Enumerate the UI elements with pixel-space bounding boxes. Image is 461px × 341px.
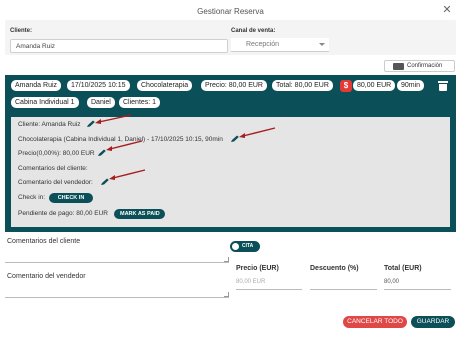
comentarios-cliente-label: Comentarios del cliente bbox=[7, 238, 81, 245]
cita-toggle[interactable]: CITA bbox=[230, 241, 260, 252]
cliente-label: Cliente: bbox=[10, 28, 33, 34]
dollar-icon[interactable]: $ bbox=[340, 80, 352, 92]
save-button[interactable]: GUARDAR bbox=[411, 316, 455, 328]
arrow-precio-icon bbox=[106, 140, 143, 151]
chip-staff: Daniel bbox=[87, 97, 115, 108]
cliente-input[interactable]: Amanda Ruiz bbox=[10, 39, 228, 53]
total-underline bbox=[384, 289, 451, 290]
chip-service: Chocolaterapia bbox=[137, 80, 193, 91]
comentarios-cliente-textarea[interactable] bbox=[5, 245, 229, 263]
cita-toggle-label: CITA bbox=[242, 243, 254, 249]
toggle-knob bbox=[232, 243, 239, 250]
detail-checkin-label: Check in: bbox=[18, 194, 46, 201]
detail-comentario-vendedor: Comentario del vendedor: bbox=[18, 179, 93, 186]
total-value: 80,00 bbox=[384, 279, 400, 285]
confirmacion-label: Confirmación bbox=[407, 63, 443, 69]
detail-cliente: Cliente: Amanda Ruiz bbox=[18, 121, 81, 128]
descuento-underline bbox=[310, 289, 377, 290]
confirmacion-button[interactable]: Confirmación bbox=[384, 60, 455, 72]
descuento-header: Descuento (%) bbox=[310, 265, 359, 272]
total-header: Total (EUR) bbox=[384, 265, 422, 272]
canal-label: Canal de venta: bbox=[231, 28, 276, 34]
canal-select-value: Recepción bbox=[246, 41, 280, 48]
comentario-vendedor-label: Comentario del vendedor bbox=[7, 273, 86, 280]
resize-handle-icon[interactable] bbox=[224, 257, 229, 262]
detail-comentarios-cliente: Comentarios del cliente: bbox=[18, 165, 88, 172]
chip-datetime: 17/10/2025 10:15 bbox=[67, 80, 130, 91]
trash-can bbox=[439, 84, 447, 91]
chevron-down-icon bbox=[319, 43, 325, 46]
chip-paid-amount: 80,00 EUR bbox=[353, 80, 396, 91]
detail-precio: Precio(0,00%): 80,00 EUR bbox=[18, 150, 95, 157]
mark-as-paid-button[interactable]: MARK AS PAID bbox=[114, 209, 165, 219]
precio-header: Precio (EUR) bbox=[236, 265, 279, 272]
chip-client: Amanda Ruiz bbox=[11, 80, 62, 91]
resize-handle-icon[interactable] bbox=[224, 292, 229, 297]
arrow-comentario-icon bbox=[109, 169, 146, 180]
trash-lid bbox=[438, 81, 448, 83]
arrow-servicio-icon bbox=[239, 127, 276, 138]
chip-price: Precio: 80,00 EUR bbox=[201, 80, 267, 91]
booking-form-panel: Cliente: Amanda Ruiz Canal de venta: Rec… bbox=[5, 20, 456, 55]
comentario-vendedor-textarea[interactable] bbox=[5, 280, 229, 298]
precio-value: 80,00 EUR bbox=[236, 279, 266, 285]
dialog-title: Gestionar Reserva bbox=[197, 7, 264, 16]
cancel-all-button[interactable]: CANCELAR TODO bbox=[343, 316, 407, 328]
check-in-button[interactable]: CHECK IN bbox=[49, 193, 93, 203]
trash-icon[interactable] bbox=[438, 81, 448, 91]
chip-duration: 90min bbox=[397, 80, 425, 91]
canal-select[interactable]: Recepción bbox=[231, 38, 329, 52]
close-icon[interactable]: ✕ bbox=[441, 4, 453, 16]
precio-underline bbox=[236, 289, 302, 290]
detail-pendiente: Pendiente de pago: 80,00 EUR bbox=[18, 210, 108, 217]
chip-clients: Clientes: 1 bbox=[119, 97, 161, 108]
chip-cabin: Cabina Individual 1 bbox=[11, 97, 79, 108]
chip-total: Total: 80,00 EUR bbox=[272, 80, 333, 91]
ticket-icon bbox=[393, 63, 404, 70]
arrow-cliente-icon bbox=[95, 114, 132, 124]
